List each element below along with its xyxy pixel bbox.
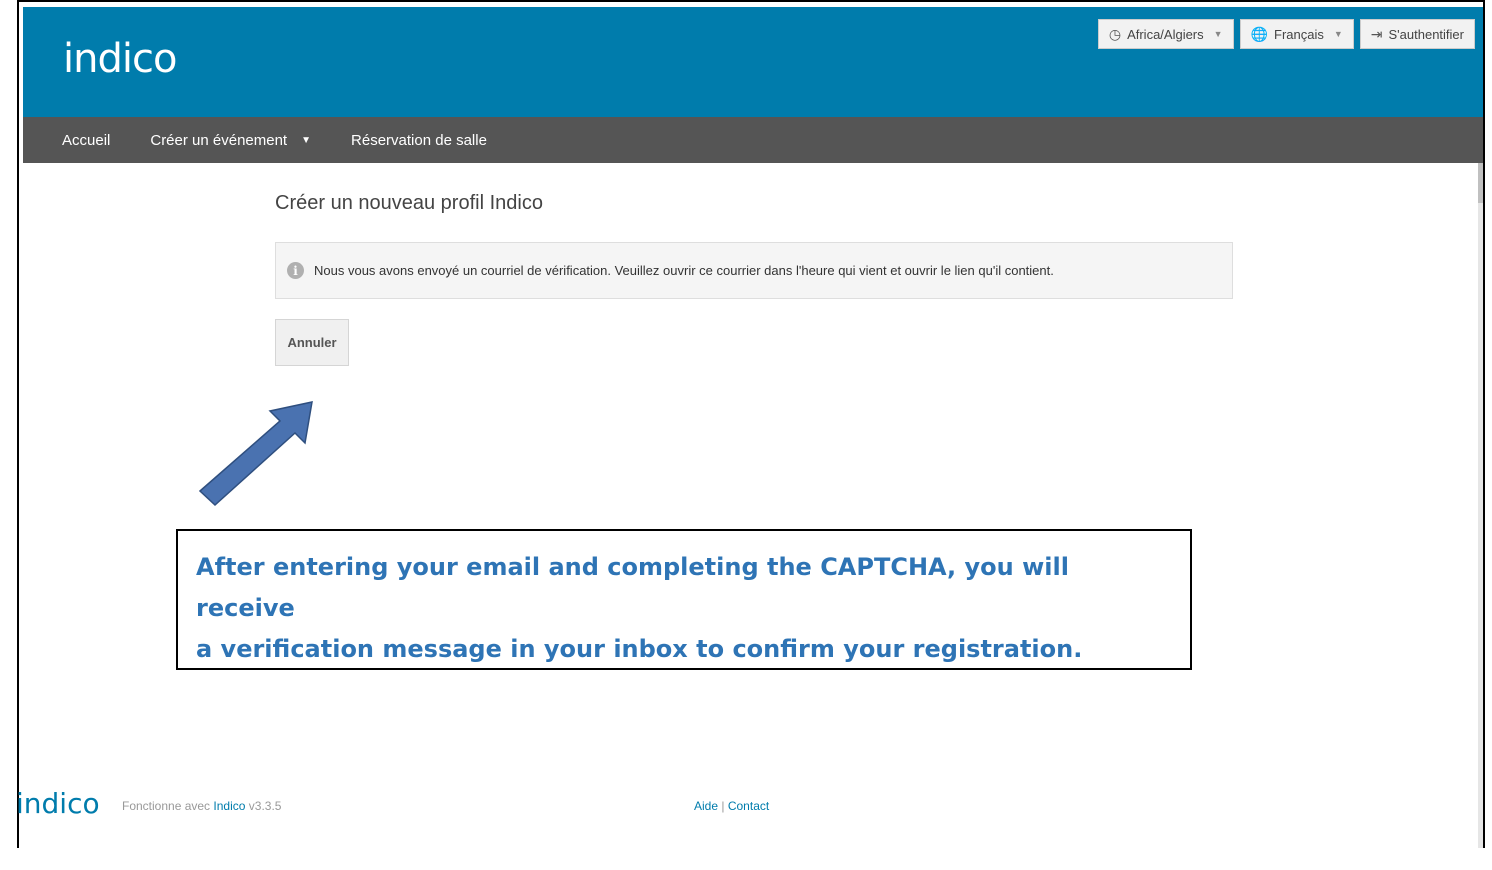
contact-link[interactable]: Contact [728,799,769,813]
callout-line-2: a verification message in your inbox to … [196,635,1083,663]
page-title: Créer un nouveau profil Indico [275,192,543,214]
annotation-callout: After entering your email and completing… [176,529,1192,670]
info-icon: i [287,262,304,279]
site-header: indico ◷ Africa/Algiers ▼ 🌐 Français ▼ ⇥… [23,7,1483,117]
info-alert: i Nous vous avons envoyé un courriel de … [275,242,1233,299]
nav-item-label: Créer un événement [150,131,288,149]
version-label: v3.3.5 [248,799,282,813]
indico-logo[interactable]: indico [63,29,177,89]
scrollbar-thumb[interactable] [1478,163,1483,203]
chevron-down-icon: ▼ [1213,29,1223,39]
language-selector[interactable]: 🌐 Français ▼ [1239,19,1354,49]
callout-line-1: After entering your email and completing… [196,553,1069,622]
powered-prefix: Fonctionne avec [122,799,211,813]
chevron-down-icon: ▼ [1333,29,1343,39]
nav-item-home[interactable]: Accueil [23,132,130,149]
alert-message: Nous vous avons envoyé un courriel de vé… [314,263,1054,278]
timezone-label: Africa/Algiers [1127,26,1204,42]
footer-logo[interactable]: indico [16,787,100,820]
nav-item-room-booking[interactable]: Réservation de salle [331,132,507,149]
login-label: S'authentifier [1388,26,1464,42]
clock-icon: ◷ [1108,25,1122,42]
cancel-button[interactable]: Annuler [275,319,349,366]
nav-item-label: Réservation de salle [351,131,487,149]
logo-text: indico [63,36,177,82]
language-label: Français [1274,26,1324,42]
frame-left-border [17,0,19,848]
scrollbar[interactable] [1478,163,1483,848]
main-nav: Accueil Créer un événement ▼ Réservation… [23,117,1483,163]
chevron-down-icon: ▼ [301,134,312,146]
frame-right-border [1483,0,1485,848]
help-link[interactable]: Aide [694,799,718,813]
footer-separator: | [721,799,725,813]
nav-item-label: Accueil [62,131,111,149]
nav-item-create-event[interactable]: Créer un événement ▼ [130,132,331,149]
annotation-arrow-icon [198,401,313,507]
footer-links: Aide | Contact [694,799,769,813]
timezone-selector[interactable]: ◷ Africa/Algiers ▼ [1097,19,1234,49]
globe-icon: 🌐 [1250,25,1268,42]
login-button[interactable]: ⇥ S'authentifier [1359,19,1475,49]
login-icon: ⇥ [1370,25,1383,42]
indico-link[interactable]: Indico [213,799,245,813]
powered-by: Fonctionne avec Indico v3.3.5 [122,799,281,813]
top-toolbar: ◷ Africa/Algiers ▼ 🌐 Français ▼ ⇥ S'auth… [1092,19,1475,49]
frame-top-border [17,0,1485,2]
footer-logo-text: indico [16,787,100,820]
